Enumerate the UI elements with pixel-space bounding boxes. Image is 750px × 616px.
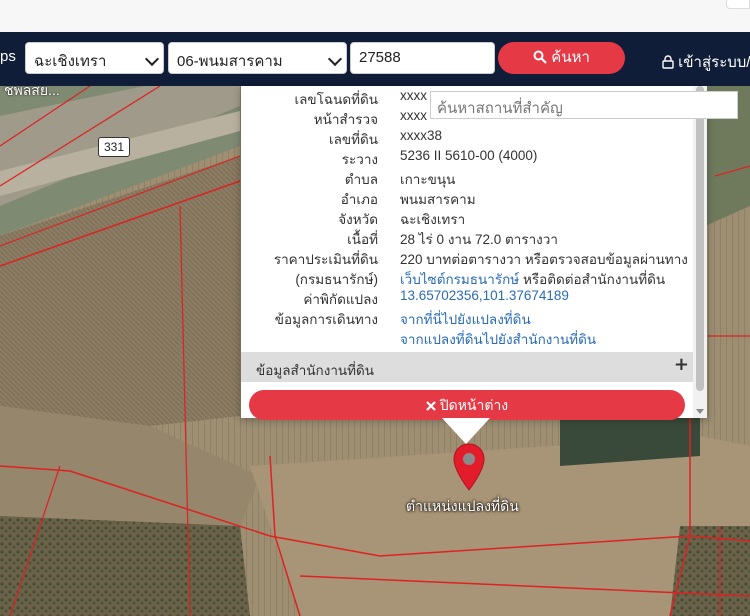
- row-value: 28 ไร่ 0 งาน 72.0 ตารางวา: [400, 232, 558, 247]
- row-label: จังหวัด: [338, 212, 378, 227]
- office-select-value: 06-พนมสารคาม: [177, 53, 283, 70]
- row-value: พนมสารคาม: [400, 192, 476, 207]
- directions-to-office-link[interactable]: จากแปลงที่ดินไปยังสำนักงานที่ดิน: [400, 328, 596, 350]
- row-label: (กรมธนารักษ์): [295, 272, 378, 287]
- row-label: ข้อมูลการเดินทาง: [274, 312, 378, 327]
- row-label: ตำบล: [344, 172, 378, 187]
- search-button-label: ค้นหา: [551, 49, 590, 66]
- row-value: xxxx38: [400, 128, 443, 143]
- row-label: ราคาประเมินที่ดิน: [273, 252, 378, 267]
- navbar: ps ฉะเชิงเทรา 06-พนมสารคาม 27588 ค้นหา เ…: [0, 32, 750, 86]
- row-value: ฉะเชิงเทรา: [400, 212, 466, 227]
- office-select[interactable]: 06-พนมสารคาม: [168, 42, 347, 74]
- popup-tip: [442, 418, 490, 444]
- plus-icon: +: [673, 354, 689, 375]
- close-button-label: ปิดหน้าต่าง: [439, 397, 509, 413]
- scroll-down-arrow-icon[interactable]: [696, 409, 704, 414]
- treasury-website-link[interactable]: เว็บไซต์กรมธนารักษ์: [400, 272, 519, 287]
- marker-label: ตำแหน่งแปลงที่ดิน: [406, 498, 519, 514]
- row-value: xxxx: [400, 88, 427, 103]
- login-label: เข้าสู่ระบบ/ส: [678, 54, 750, 71]
- coordinates-link[interactable]: 13.65702356,101.37674189: [400, 288, 569, 303]
- deed-number-value: 27588: [359, 49, 401, 66]
- row-label: หน้าสำรวจ: [313, 112, 378, 127]
- search-icon: [533, 50, 547, 64]
- deed-number-input[interactable]: 27588: [350, 42, 495, 74]
- row-value: 5236 II 5610-00 (4000): [400, 148, 538, 163]
- close-window-button[interactable]: ปิดหน้าต่าง: [249, 390, 685, 420]
- row-label: เลขโฉนดที่ดิน: [294, 92, 378, 107]
- search-button[interactable]: ค้นหา: [498, 42, 625, 74]
- popup-rows: เลขโฉนดที่ดิน xxxx หน้าสำรวจ xxxx เลขที่…: [241, 86, 693, 352]
- lock-icon: [662, 55, 674, 69]
- brand-fragment: ps: [0, 48, 16, 65]
- road-label: ชพลสย...: [4, 86, 60, 98]
- row-value: 220 บาทต่อตารางวา หรือตรวจสอบข้อมูลผ่านท…: [400, 252, 688, 267]
- row-label: ระวาง: [341, 152, 378, 167]
- province-select-value: ฉะเชิงเทรา: [34, 53, 107, 70]
- highway-shield: 331: [98, 137, 130, 157]
- land-office-accordion[interactable]: ข้อมูลสำนักงานที่ดิน +: [241, 352, 693, 382]
- row-label: ค่าพิกัดแปลง: [303, 292, 378, 307]
- login-link[interactable]: เข้าสู่ระบบ/ส: [662, 50, 750, 74]
- row-value-suffix: หรือติดต่อสำนักงานที่ดิน: [519, 272, 666, 287]
- map-marker-icon[interactable]: [451, 442, 487, 492]
- row-value: xxxx: [400, 108, 427, 123]
- row-label: เนื้อที่: [347, 232, 378, 247]
- window-control[interactable]: [726, 0, 750, 9]
- popup-scrollbar[interactable]: [693, 86, 707, 418]
- row-value: เว็บไซต์กรมธนารักษ์ หรือติดต่อสำนักงานที…: [400, 268, 665, 290]
- row-value: เกาะขนุน: [400, 172, 456, 187]
- row-label: เลขที่ดิน: [328, 132, 378, 147]
- directions-to-parcel-link[interactable]: จากที่นี่ไปยังแปลงที่ดิน: [400, 308, 531, 330]
- place-search-input[interactable]: ค้นหาสถานที่สำคัญ: [430, 91, 738, 119]
- close-icon: [426, 401, 436, 411]
- scrollbar-thumb[interactable]: [696, 86, 704, 391]
- chevron-down-icon: [327, 51, 343, 67]
- row-label: อำเภอ: [340, 192, 378, 207]
- parcel-info-popup: เลขโฉนดที่ดิน xxxx หน้าสำรวจ xxxx เลขที่…: [241, 86, 707, 420]
- accordion-title: ข้อมูลสำนักงานที่ดิน: [256, 363, 375, 378]
- province-select[interactable]: ฉะเชิงเทรา: [25, 42, 164, 74]
- browser-top-strip: [0, 0, 750, 32]
- chevron-down-icon: [144, 51, 160, 67]
